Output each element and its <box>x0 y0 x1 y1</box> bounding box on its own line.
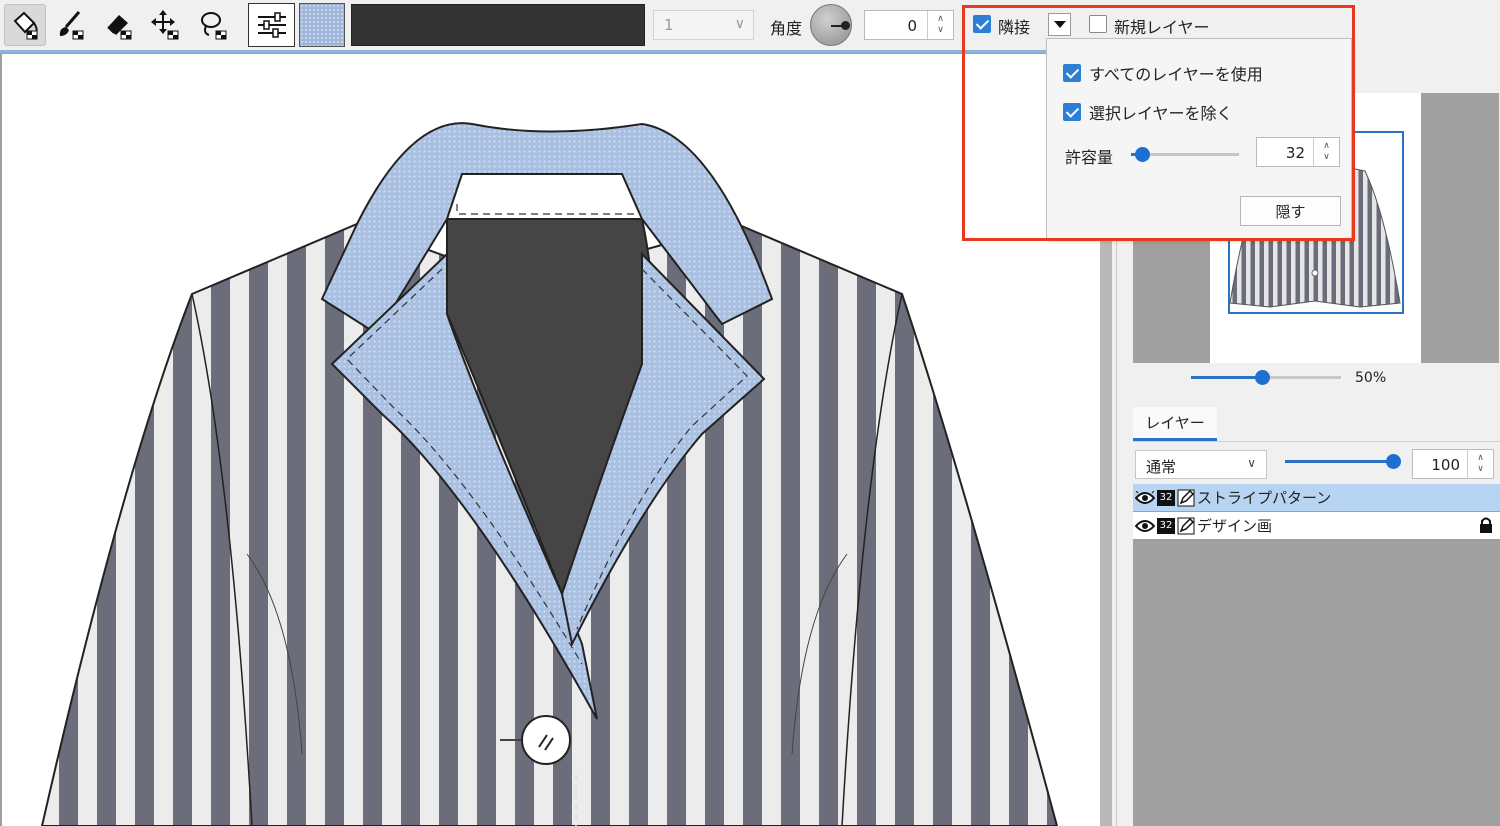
eye-icon[interactable] <box>1133 484 1157 511</box>
pattern-lasso-tool[interactable] <box>193 4 235 46</box>
opacity-slider[interactable] <box>1285 452 1401 472</box>
pattern-eraser-tool[interactable] <box>98 4 140 46</box>
spin-up-icon[interactable]: ∧ <box>1323 141 1330 152</box>
blend-mode-select[interactable]: 通常 ∨ <box>1135 450 1267 479</box>
lock-icon[interactable] <box>1479 517 1493 537</box>
layer-list: 32 ストライプパターン 32 デザイン画 <box>1133 484 1500 826</box>
zoom-value: 50% <box>1355 370 1387 386</box>
fill-bucket-icon <box>13 11 38 40</box>
pen-icon <box>1177 489 1195 507</box>
size-value: 1 <box>664 16 674 34</box>
opacity-spinner[interactable]: ∧ ∨ <box>1467 450 1493 478</box>
jacket-illustration <box>40 122 1059 826</box>
bit-depth-badge: 32 <box>1157 489 1175 506</box>
tab-divider <box>1133 441 1500 442</box>
angle-input[interactable]: 0 ∧ ∨ <box>864 10 954 40</box>
adjacent-label: 隣接 <box>998 18 1031 37</box>
bit-depth-badge: 32 <box>1157 517 1175 534</box>
tolerance-label: 許容量 <box>1065 148 1114 167</box>
spin-down-icon[interactable]: ∨ <box>1477 464 1484 475</box>
blend-mode-value: 通常 <box>1146 458 1177 476</box>
size-select[interactable]: 1 ∨ <box>653 10 754 40</box>
tab-layers[interactable]: レイヤー <box>1133 407 1217 441</box>
tolerance-slider-thumb[interactable] <box>1135 147 1150 162</box>
tool-settings-button[interactable] <box>248 3 295 47</box>
pattern-move-tool[interactable] <box>145 4 187 46</box>
use-all-layers-row[interactable]: すべてのレイヤーを使用 <box>1063 61 1263 85</box>
eraser-pattern-icon <box>107 15 132 40</box>
tolerance-input[interactable]: 32 ∧ ∨ <box>1256 137 1340 167</box>
use-all-layers-label: すべてのレイヤーを使用 <box>1089 65 1263 84</box>
chevron-down-icon: ∨ <box>734 16 745 32</box>
hide-button[interactable]: 隠す <box>1240 196 1341 226</box>
zoom-slider[interactable] <box>1191 368 1421 388</box>
tolerance-spinner[interactable]: ∧ ∨ <box>1313 138 1339 166</box>
angle-spinner[interactable]: ∧ ∨ <box>927 11 953 39</box>
eye-icon[interactable] <box>1133 512 1157 539</box>
spin-down-icon[interactable]: ∨ <box>937 25 944 36</box>
paint-app-window: 1 ∨ 角度 0 ∧ ∨ 隣接 新規レイヤー レイヤー 通常 ∨ 100 ∧ ∨… <box>0 0 1500 826</box>
opacity-value: 100 <box>1431 456 1460 474</box>
tolerance-value: 32 <box>1285 144 1305 162</box>
opacity-slider-thumb[interactable] <box>1386 454 1401 469</box>
angle-value: 0 <box>907 17 917 35</box>
brush-pattern-icon <box>59 11 84 40</box>
color-swatch[interactable] <box>351 4 645 46</box>
new-layer-label: 新規レイヤー <box>1114 18 1210 37</box>
angle-label: 角度 <box>770 19 803 38</box>
spin-down-icon[interactable]: ∨ <box>1323 152 1330 163</box>
layer-name: デザイン画 <box>1197 517 1273 535</box>
adjacent-options-popup: すべてのレイヤーを使用 選択レイヤーを除く 許容量 32 ∧ ∨ 隠す <box>1046 38 1352 240</box>
exclude-selected-row[interactable]: 選択レイヤーを除く <box>1063 100 1233 124</box>
chevron-down-icon: ∨ <box>1247 456 1256 470</box>
pen-icon <box>1177 517 1195 535</box>
angle-dial[interactable] <box>810 4 852 46</box>
layer-name: ストライプパターン <box>1197 489 1332 507</box>
zoom-slider-thumb[interactable] <box>1255 370 1270 385</box>
tolerance-slider[interactable] <box>1131 145 1241 165</box>
dial-knob <box>841 21 850 30</box>
canvas-area <box>0 50 1112 826</box>
layer-row[interactable]: 32 デザイン画 <box>1133 512 1500 539</box>
drawing-canvas[interactable] <box>2 54 1100 826</box>
lasso-pattern-icon <box>201 12 227 40</box>
move-pattern-icon <box>151 10 179 40</box>
spin-up-icon[interactable]: ∧ <box>1477 453 1484 464</box>
pattern-swatch[interactable] <box>299 3 345 47</box>
layer-row[interactable]: 32 ストライプパターン <box>1133 484 1500 511</box>
opacity-input[interactable]: 100 ∧ ∨ <box>1412 449 1494 479</box>
opacity-slider-fill <box>1285 460 1393 463</box>
adjacent-options-dropdown-button[interactable] <box>1048 13 1071 36</box>
spin-up-icon[interactable]: ∧ <box>937 14 944 25</box>
sliders-icon <box>257 12 286 38</box>
new-layer-checkbox[interactable] <box>1089 15 1107 33</box>
fill-bucket-tool[interactable] <box>4 4 46 46</box>
pattern-brush-tool[interactable] <box>50 4 92 46</box>
exclude-selected-checkbox[interactable] <box>1063 103 1081 121</box>
zoom-slider-fill <box>1191 376 1262 379</box>
use-all-layers-checkbox[interactable] <box>1063 64 1081 82</box>
exclude-selected-label: 選択レイヤーを除く <box>1089 104 1233 123</box>
adjacent-checkbox[interactable] <box>973 15 991 33</box>
